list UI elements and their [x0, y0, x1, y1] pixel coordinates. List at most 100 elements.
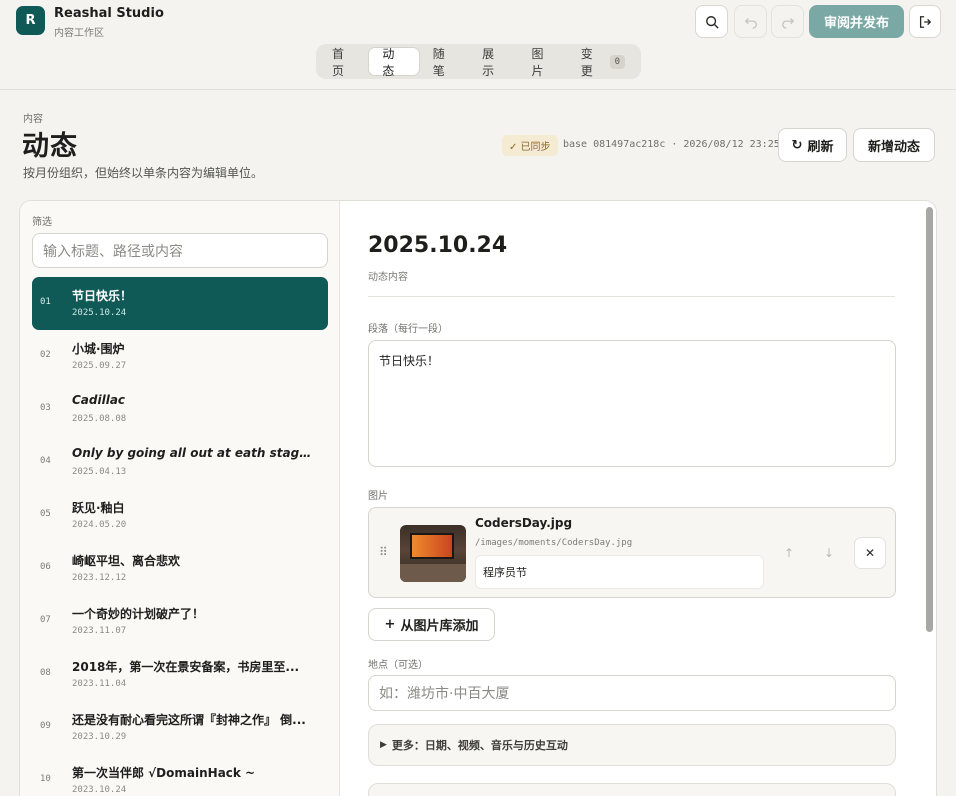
item-title: 跃见·釉白: [72, 501, 125, 515]
undo-button[interactable]: [734, 5, 767, 38]
page-title: 动态: [22, 131, 78, 162]
sidebar: 筛选 输入标题、路径或内容 01 节日快乐！ 2025.10.24 02 小城·…: [20, 201, 340, 796]
list-item[interactable]: 03 Cadillac 2025.08.08: [32, 383, 328, 436]
tab-home[interactable]: 首页: [319, 46, 368, 78]
item-number: 02: [40, 350, 51, 360]
item-title: 小城·围炉: [72, 342, 125, 356]
tab-label: 首页: [332, 46, 345, 78]
more-options-label: 更多：日期、视频、音乐与历史互动: [391, 739, 568, 752]
list-item[interactable]: 08 2018年，第一次在景安备案，书房里至... 2023.11.04: [32, 648, 328, 701]
tab-images[interactable]: 图片: [518, 46, 567, 78]
images-label: 图片: [368, 491, 388, 502]
image-card: ⠿ CodersDay.jpg /images/moments/CodersDa…: [368, 507, 896, 598]
add-from-library-button[interactable]: + 从图片库添加: [368, 608, 495, 641]
logout-button[interactable]: [909, 5, 941, 38]
top-bar: R Reashal Studio 内容工作区 审阅并发布 首页 动态 随笔 展示…: [0, 0, 956, 90]
list-item[interactable]: 10 第一次当伴郎 √DomainHack ~ 2023.10.24: [32, 754, 328, 796]
more-options-toggle[interactable]: ▶ 更多：日期、视频、音乐与历史互动: [368, 724, 896, 766]
list-item[interactable]: 06 崎岖平坦、离合悲欢 2023.12.12: [32, 542, 328, 595]
remove-image-button[interactable]: ✕: [854, 537, 886, 569]
item-date: 2025.09.27: [72, 361, 127, 371]
item-number: 06: [40, 562, 51, 572]
app-subtitle: 内容工作区: [54, 28, 104, 39]
item-date: 2023.11.07: [72, 626, 127, 636]
list-item[interactable]: 01 节日快乐！ 2025.10.24: [32, 277, 328, 330]
image-filename: CodersDay.jpg: [475, 516, 573, 530]
tab-showcase[interactable]: 展示: [469, 47, 518, 78]
section-eyebrow: 内容: [23, 114, 43, 125]
new-moment-button[interactable]: 新增动态: [853, 128, 935, 162]
tab-moments[interactable]: 动态: [368, 46, 420, 78]
search-button[interactable]: [695, 5, 728, 38]
item-number: 01: [40, 297, 51, 307]
redo-icon: [781, 17, 794, 29]
filter-label: 筛选: [32, 217, 52, 228]
review-publish-button[interactable]: 审阅并发布: [809, 5, 904, 38]
item-title: Cadillac: [72, 393, 126, 407]
app-name: Reashal Studio: [54, 6, 164, 21]
item-title: Only by going all out at eath stage can …: [72, 446, 317, 460]
tab-changes[interactable]: 变更 0: [568, 46, 638, 78]
item-title: 还是没有耐心看完这所谓『封神之作』 倒...: [72, 713, 306, 727]
disclosure-triangle-icon: ▶: [380, 740, 387, 750]
drag-handle-icon[interactable]: ⠿: [379, 545, 388, 559]
changes-count-badge: 0: [609, 54, 625, 69]
sync-status-badge: ✓ 已同步: [502, 135, 558, 156]
item-date: 2025.08.08: [72, 414, 127, 424]
tab-label: 变更: [580, 46, 593, 78]
item-date: 2024.05.20: [72, 520, 127, 530]
refresh-label: 刷新: [807, 139, 834, 155]
item-title: 2018年，第一次在景安备案，书房里至...: [72, 660, 300, 674]
item-number: 05: [40, 509, 51, 519]
location-input[interactable]: 如：潍坊市·中百大厦: [368, 675, 896, 711]
item-date: 2023.11.04: [72, 679, 127, 689]
arrow-down-icon: ↓: [823, 546, 835, 560]
list-item[interactable]: 05 跃见·釉白 2024.05.20: [32, 489, 328, 542]
divider: [368, 296, 895, 297]
item-number: 03: [40, 403, 51, 413]
item-number: 10: [40, 774, 51, 784]
item-number: 08: [40, 668, 51, 678]
app-logo: R: [16, 6, 45, 35]
item-title: 第一次当伴郎 √DomainHack ~: [72, 766, 256, 780]
tab-label: 动态: [382, 46, 395, 78]
moment-list: 01 节日快乐！ 2025.10.24 02 小城·围炉 2025.09.27 …: [32, 277, 328, 796]
page-description: 按月份组织，但始终以单条内容为编辑单位。: [23, 166, 264, 180]
list-item[interactable]: 07 一个奇妙的计划破产了！ 2023.11.07: [32, 595, 328, 648]
next-section: [368, 783, 896, 796]
tab-label: 图片: [531, 46, 544, 78]
move-up-button[interactable]: ↑: [773, 537, 805, 569]
filter-input[interactable]: 输入标题、路径或内容: [32, 233, 328, 268]
paragraph-textarea[interactable]: 节日快乐！: [368, 340, 896, 467]
move-down-button[interactable]: ↓: [813, 537, 845, 569]
logout-icon: [919, 15, 932, 28]
list-item[interactable]: 02 小城·围炉 2025.09.27: [32, 330, 328, 383]
refresh-icon: ↻: [791, 137, 803, 153]
item-date: 2023.10.29: [72, 732, 127, 742]
undo-icon: [744, 17, 757, 29]
item-date: 2023.12.12: [72, 573, 127, 583]
location-label: 地点（可选）: [368, 660, 428, 671]
item-title: 崎岖平坦、离合悲欢: [72, 554, 181, 568]
arrow-up-icon: ↑: [783, 546, 795, 560]
editor-subtitle: 动态内容: [368, 272, 408, 283]
list-item[interactable]: 04 Only by going all out at eath stage c…: [32, 436, 328, 489]
item-title: 节日快乐！: [72, 289, 133, 303]
main-tabs: 首页 动态 随笔 展示 图片 变更 0: [316, 44, 641, 79]
list-item[interactable]: 09 还是没有耐心看完这所谓『封神之作』 倒... 2023.10.29: [32, 701, 328, 754]
editor-title: 2025.10.24: [368, 233, 508, 258]
editor-scrollbar[interactable]: [926, 207, 933, 632]
plus-icon: +: [384, 617, 396, 632]
redo-button[interactable]: [771, 5, 804, 38]
editor: 2025.10.24 动态内容 段落（每行一段） 节日快乐！ 图片 ⠿ Code…: [341, 201, 925, 796]
content-panel: 筛选 输入标题、路径或内容 01 节日快乐！ 2025.10.24 02 小城·…: [19, 200, 937, 796]
item-number: 09: [40, 721, 51, 731]
tab-essays[interactable]: 随笔: [420, 47, 469, 78]
refresh-button[interactable]: ↻ 刷新: [778, 128, 847, 162]
image-caption-input[interactable]: 程序员节: [475, 555, 764, 589]
item-number: 04: [40, 456, 51, 466]
paragraph-label: 段落（每行一段）: [368, 324, 448, 335]
image-thumbnail: [400, 525, 466, 582]
image-path: /images/moments/CodersDay.jpg: [475, 538, 633, 548]
close-icon: ✕: [864, 546, 876, 560]
